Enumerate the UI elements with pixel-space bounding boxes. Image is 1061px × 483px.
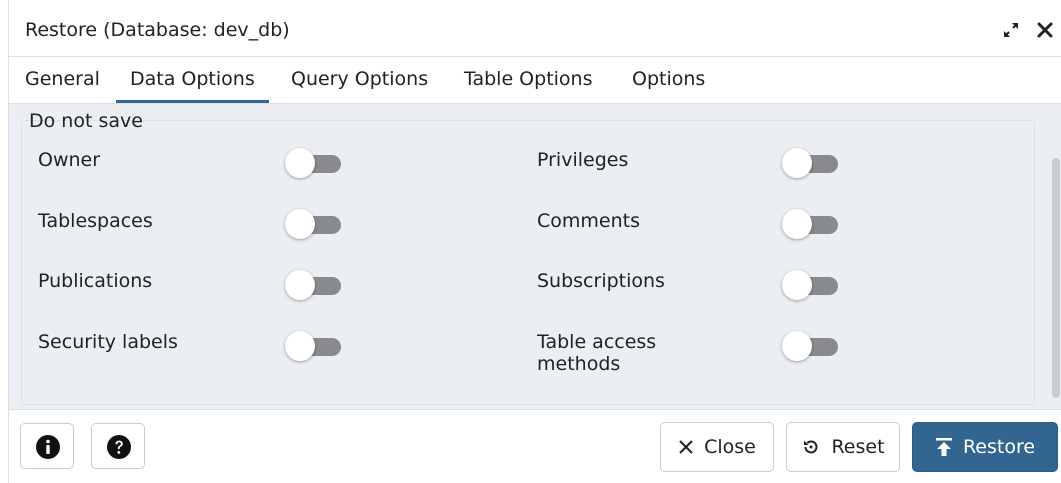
vertical-scrollbar[interactable] <box>1052 158 1060 398</box>
expand-icon[interactable] <box>1002 21 1020 39</box>
restore-button-label: Restore <box>962 436 1036 458</box>
toggle-knob <box>782 209 812 239</box>
option-label-security-labels: Security labels <box>38 331 178 353</box>
option-label-tablespaces: Tablespaces <box>38 210 153 232</box>
tab-content-panel: Do not save Owner Privileges Tablespaces… <box>9 104 1061 410</box>
restore-upload-icon <box>935 438 952 456</box>
toggle-knob <box>285 209 315 239</box>
close-x-icon[interactable] <box>1035 20 1055 40</box>
help-button[interactable] <box>91 423 145 469</box>
tab-general[interactable]: General <box>11 57 114 101</box>
toggle-knob <box>285 148 315 178</box>
toggle-publications[interactable] <box>285 270 343 300</box>
reset-button-label: Reset <box>831 436 885 458</box>
option-label-publications: Publications <box>38 270 153 292</box>
tab-data-options[interactable]: Data Options <box>116 57 269 103</box>
fieldset-legend: Do not save <box>29 110 143 132</box>
close-icon <box>679 440 693 454</box>
toggle-subscriptions[interactable] <box>782 270 840 300</box>
dialog-title: Restore (Database: dev_db) <box>25 19 290 41</box>
toggle-table-access-methods[interactable] <box>782 331 840 361</box>
restore-dialog: Restore (Database: dev_db) General Data … <box>8 0 1061 483</box>
option-label-subscriptions: Subscriptions <box>537 270 665 292</box>
info-button[interactable] <box>20 423 74 469</box>
info-icon <box>36 435 60 459</box>
tab-options[interactable]: Options <box>618 57 719 101</box>
toggle-comments[interactable] <box>782 209 840 239</box>
do-not-save-fieldset <box>21 120 1035 405</box>
reset-icon <box>804 440 818 454</box>
dialog-titlebar[interactable]: Restore (Database: dev_db) <box>9 0 1061 57</box>
toggle-owner[interactable] <box>285 148 343 178</box>
close-button-label: Close <box>704 436 756 458</box>
toggle-knob <box>285 331 315 361</box>
toggle-knob <box>782 331 812 361</box>
option-label-comments: Comments <box>537 210 640 232</box>
reset-button[interactable]: Reset <box>786 422 900 472</box>
toggle-tablespaces[interactable] <box>285 209 343 239</box>
restore-button[interactable]: Restore <box>912 422 1058 472</box>
option-label-line: methods <box>537 353 621 375</box>
tab-table-options[interactable]: Table Options <box>450 57 606 101</box>
close-button[interactable]: Close <box>660 422 774 472</box>
toggle-knob <box>285 270 315 300</box>
tab-bar: General Data Options Query Options Table… <box>9 57 1061 104</box>
help-icon <box>107 435 131 459</box>
toggle-privileges[interactable] <box>782 148 840 178</box>
option-label-line: Table access <box>537 331 657 353</box>
option-label-owner: Owner <box>38 149 101 171</box>
dialog-footer: Close Reset Restore <box>9 410 1061 483</box>
toggle-security-labels[interactable] <box>285 331 343 361</box>
tab-query-options[interactable]: Query Options <box>277 57 442 101</box>
toggle-knob <box>782 270 812 300</box>
toggle-knob <box>782 148 812 178</box>
option-label-table-access-methods: Table access methods <box>537 331 656 375</box>
option-label-privileges: Privileges <box>537 149 629 171</box>
